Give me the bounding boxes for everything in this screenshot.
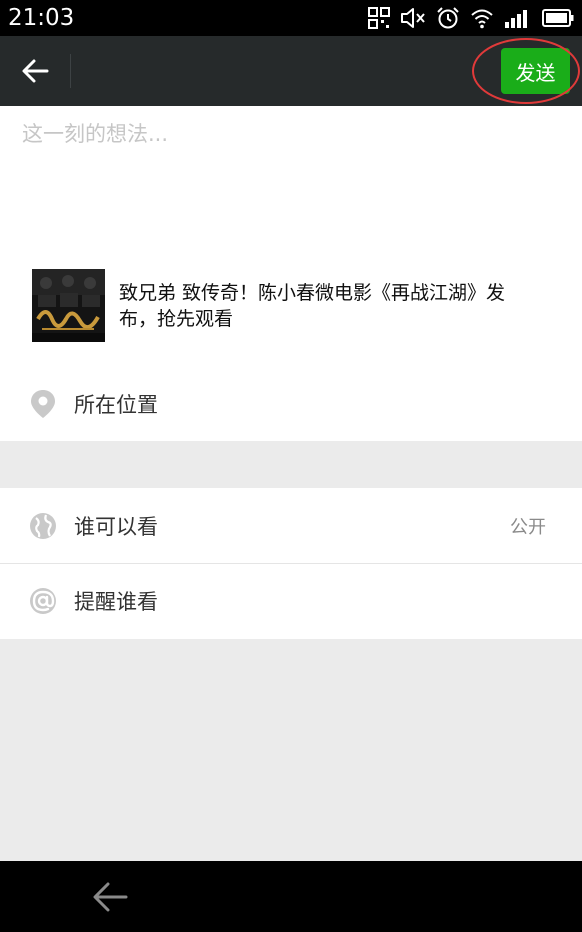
visibility-value: 公开 [510, 516, 546, 538]
mute-icon [401, 8, 425, 28]
mention-row[interactable]: 提醒谁看 [0, 563, 582, 638]
status-bar: 21:03 [0, 0, 582, 36]
mention-label: 提醒谁看 [74, 590, 158, 614]
location-pin-icon [28, 389, 58, 419]
system-nav-bar [0, 861, 582, 932]
battery-icon [542, 9, 574, 27]
wifi-icon [471, 9, 493, 29]
privacy-settings-group: 谁可以看 公开 提醒谁看 [0, 488, 582, 639]
qr-scan-icon [368, 7, 390, 29]
alarm-icon [437, 7, 459, 29]
back-button[interactable] [12, 48, 58, 94]
globe-icon [28, 511, 58, 541]
location-label: 所在位置 [74, 393, 158, 417]
location-row[interactable]: 所在位置 [0, 368, 582, 440]
send-button[interactable]: 发送 [501, 48, 570, 94]
status-icons [368, 5, 574, 31]
toolbar-divider [70, 54, 71, 88]
shared-link-card[interactable]: 致兄弟 致传奇！陈小春微电影《再战江湖》发布，抢先观看 [32, 269, 562, 342]
shared-link-thumbnail [32, 269, 105, 342]
signal-icon [505, 10, 527, 28]
thought-input[interactable] [22, 118, 562, 238]
nav-back-arrow-icon [93, 882, 128, 912]
arrow-left-icon [22, 59, 49, 83]
at-sign-icon [28, 586, 58, 616]
visibility-label: 谁可以看 [74, 514, 158, 539]
shared-link-title: 致兄弟 致传奇！陈小春微电影《再战江湖》发布，抢先观看 [119, 281, 506, 330]
visibility-row[interactable]: 谁可以看 公开 [0, 488, 582, 563]
status-time: 21:03 [8, 5, 75, 31]
moments-compose-screen: 21:03 发送 这一刻的想法... 致兄弟 致传奇！陈小春微电影《再战江湖》发… [0, 0, 582, 932]
top-toolbar: 发送 [0, 36, 582, 106]
system-back-button[interactable] [88, 875, 132, 919]
composer-panel: 致兄弟 致传奇！陈小春微电影《再战江湖》发布，抢先观看 所在位置 [0, 106, 582, 441]
